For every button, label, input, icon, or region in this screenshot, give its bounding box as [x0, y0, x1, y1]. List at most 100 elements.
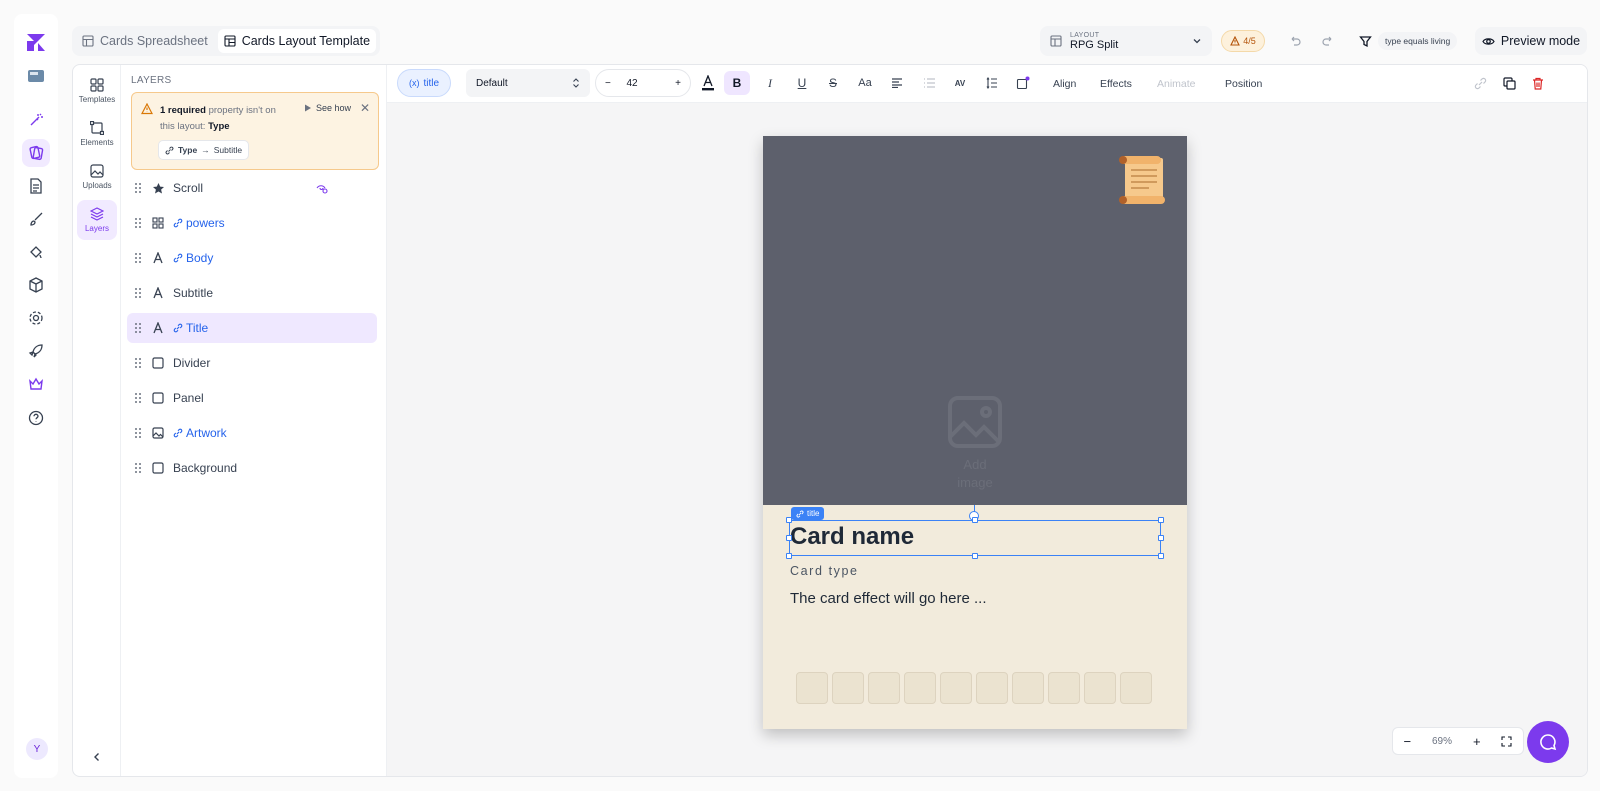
font-size-value[interactable]: 42	[626, 78, 637, 89]
conditional-visibility-icon[interactable]	[316, 182, 328, 194]
effects-menu[interactable]: Effects	[1100, 78, 1132, 90]
drag-handle-icon[interactable]	[127, 463, 149, 473]
layer-artwork[interactable]: Artwork	[127, 418, 377, 448]
warnings-badge[interactable]: 4/5	[1221, 30, 1265, 52]
filter-icon[interactable]	[1354, 30, 1376, 52]
power-slot[interactable]	[940, 672, 972, 704]
paint-bucket-icon[interactable]	[22, 238, 50, 266]
link-icon[interactable]	[1470, 73, 1490, 93]
layer-body[interactable]: Body	[127, 243, 377, 273]
canvas[interactable]: Add image title Card name Card type The …	[387, 103, 1587, 776]
layer-powers[interactable]: powers	[127, 208, 377, 238]
drag-handle-icon[interactable]	[127, 323, 149, 333]
collapse-panel-icon[interactable]	[90, 750, 104, 764]
align-left-icon[interactable]	[887, 73, 907, 93]
tab-cards-spreadsheet[interactable]: Cards Spreadsheet	[76, 29, 214, 53]
line-height-icon[interactable]	[982, 73, 1002, 93]
drag-handle-icon[interactable]	[127, 393, 149, 403]
power-slot[interactable]	[976, 672, 1008, 704]
drag-handle-icon[interactable]	[127, 253, 149, 263]
card-preview[interactable]: Add image title Card name Card type The …	[763, 136, 1187, 729]
font-size-stepper[interactable]: − 42 +	[595, 69, 691, 97]
power-slot[interactable]	[868, 672, 900, 704]
italic-icon[interactable]: I	[760, 73, 780, 93]
app-logo-icon[interactable]	[22, 28, 50, 56]
zoom-out-button[interactable]: −	[1403, 734, 1411, 749]
drag-handle-icon[interactable]	[127, 218, 149, 228]
layout-select[interactable]: LAYOUT RPG Split	[1040, 26, 1212, 56]
strikethrough-icon[interactable]: S	[823, 73, 843, 93]
cards-icon[interactable]	[22, 139, 50, 167]
gear-icon[interactable]	[22, 304, 50, 332]
document-icon[interactable]	[22, 172, 50, 200]
letter-spacing-icon[interactable]: AV	[950, 73, 970, 93]
card-type-text[interactable]: Card type	[790, 564, 859, 578]
layer-scroll[interactable]: Scroll	[127, 173, 377, 203]
chat-support-button[interactable]	[1527, 721, 1569, 763]
fit-screen-icon[interactable]	[1501, 735, 1513, 747]
layer-subtitle[interactable]: Subtitle	[127, 278, 377, 308]
resize-handle[interactable]	[972, 553, 978, 559]
redo-icon[interactable]	[1317, 30, 1339, 52]
resize-handle[interactable]	[786, 517, 792, 523]
resize-handle[interactable]	[786, 553, 792, 559]
power-slot[interactable]	[1084, 672, 1116, 704]
increase-size-button[interactable]: +	[675, 78, 681, 89]
resize-handle[interactable]	[786, 535, 792, 541]
trash-icon[interactable]	[1528, 73, 1548, 93]
drag-handle-icon[interactable]	[127, 288, 149, 298]
power-slot[interactable]	[1120, 672, 1152, 704]
add-image-label[interactable]: Add image	[945, 456, 1005, 492]
zoom-in-button[interactable]: +	[1473, 734, 1481, 749]
power-slot[interactable]	[1012, 672, 1044, 704]
magic-wand-icon[interactable]	[22, 106, 50, 134]
position-menu[interactable]: Position	[1225, 78, 1262, 90]
artwork-placeholder[interactable]: Add image	[763, 136, 1187, 505]
rocket-icon[interactable]	[22, 337, 50, 365]
preview-mode-button[interactable]: Preview mode	[1475, 27, 1587, 55]
property-mapping[interactable]: Type → Subtitle	[158, 140, 250, 160]
border-style-icon[interactable]	[1013, 73, 1033, 93]
resize-handle[interactable]	[1158, 553, 1164, 559]
box-icon[interactable]	[22, 271, 50, 299]
close-icon[interactable]: ✕	[360, 101, 370, 115]
decrease-size-button[interactable]: −	[605, 78, 611, 89]
resize-handle[interactable]	[1158, 535, 1164, 541]
see-how-button[interactable]: See how	[304, 103, 351, 113]
tab-cards-layout-template[interactable]: Cards Layout Template	[217, 29, 377, 53]
resize-handle[interactable]	[972, 517, 978, 523]
filter-pill[interactable]: type equals living	[1378, 32, 1458, 50]
text-case-icon[interactable]: Aa	[855, 73, 875, 93]
panel-elements[interactable]: Elements	[77, 114, 117, 154]
layer-background[interactable]: Background	[127, 453, 377, 483]
power-slot[interactable]	[1048, 672, 1080, 704]
drag-handle-icon[interactable]	[127, 428, 149, 438]
layer-panel[interactable]: Panel	[127, 383, 377, 413]
power-slot[interactable]	[904, 672, 936, 704]
panel-templates[interactable]: Templates	[77, 71, 117, 111]
layer-divider[interactable]: Divider	[127, 348, 377, 378]
drag-handle-icon[interactable]	[127, 183, 149, 193]
undo-icon[interactable]	[1284, 30, 1306, 52]
list-icon[interactable]	[919, 73, 939, 93]
variable-pill[interactable]: (x) title	[397, 69, 451, 97]
brush-icon[interactable]	[22, 205, 50, 233]
power-slot[interactable]	[796, 672, 828, 704]
card-body-text[interactable]: The card effect will go here ...	[790, 590, 987, 607]
layer-title[interactable]: Title	[127, 313, 377, 343]
underline-icon[interactable]: U	[792, 73, 812, 93]
animate-menu[interactable]: Animate	[1157, 78, 1196, 90]
panel-layers[interactable]: Layers	[77, 200, 117, 240]
drag-handle-icon[interactable]	[127, 358, 149, 368]
power-slot[interactable]	[832, 672, 864, 704]
align-menu[interactable]: Align	[1053, 78, 1076, 90]
selection-box[interactable]	[789, 520, 1161, 556]
crown-icon[interactable]	[22, 370, 50, 398]
duplicate-icon[interactable]	[1499, 73, 1519, 93]
resize-handle[interactable]	[1158, 517, 1164, 523]
project-thumbnail-icon[interactable]	[22, 62, 50, 90]
powers-grid[interactable]	[796, 672, 1152, 704]
panel-uploads[interactable]: Uploads	[77, 157, 117, 197]
text-color-icon[interactable]	[698, 73, 718, 93]
font-select[interactable]: Default	[466, 69, 590, 97]
